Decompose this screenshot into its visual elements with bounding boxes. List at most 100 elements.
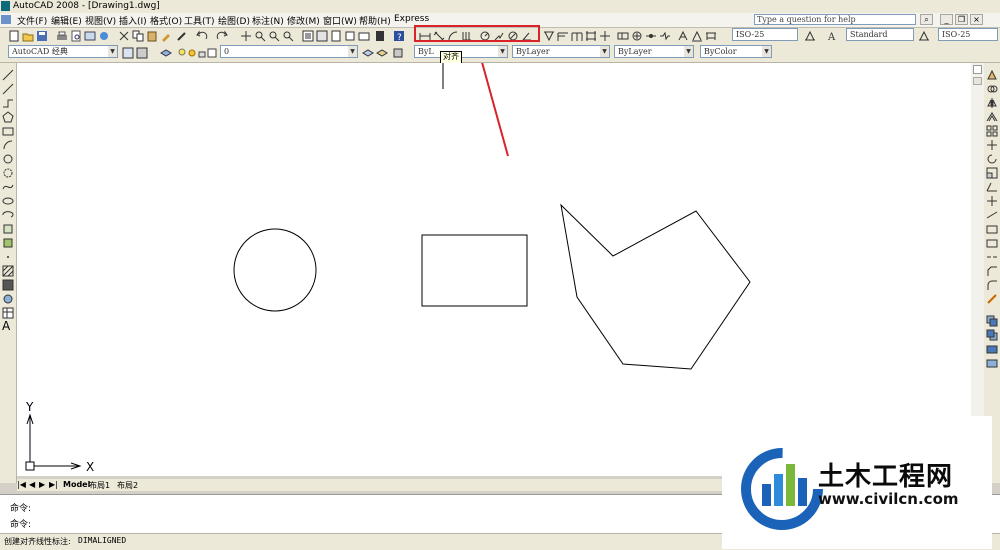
menu-view[interactable]: 视图(V) bbox=[84, 14, 117, 27]
tab-nav-prev-icon[interactable]: ◀ bbox=[29, 480, 35, 489]
zoom-window-icon[interactable] bbox=[268, 30, 280, 42]
multiline-text-icon[interactable]: A bbox=[2, 319, 14, 333]
array-icon[interactable] bbox=[986, 125, 998, 137]
dim-text-edit-icon[interactable] bbox=[691, 30, 703, 42]
menu-draw[interactable]: 绘图(D) bbox=[217, 14, 251, 27]
join-icon[interactable] bbox=[986, 251, 998, 263]
draw-order-front-icon[interactable] bbox=[986, 315, 998, 327]
drawing-canvas[interactable]: Y X bbox=[17, 63, 971, 476]
line-icon[interactable] bbox=[2, 69, 14, 81]
construction-line-icon[interactable] bbox=[2, 83, 14, 95]
document-icon[interactable] bbox=[1, 15, 11, 24]
menu-dimension[interactable]: 标注(N) bbox=[251, 14, 285, 27]
close-icon[interactable]: × bbox=[970, 14, 983, 25]
rotate-icon[interactable] bbox=[986, 153, 998, 165]
dim-break-icon[interactable] bbox=[599, 30, 611, 42]
insert-block-icon[interactable] bbox=[2, 223, 14, 235]
break-at-point-icon[interactable] bbox=[986, 223, 998, 235]
zoom-realtime-icon[interactable] bbox=[254, 30, 266, 42]
erase-icon[interactable] bbox=[986, 69, 998, 81]
dim-baseline-icon[interactable] bbox=[557, 30, 569, 42]
copy-icon[interactable] bbox=[132, 30, 144, 42]
linetype-dropdown-icon[interactable]: ▼ bbox=[600, 46, 609, 57]
dim-style-icon[interactable] bbox=[804, 30, 816, 42]
tab-nav-last-icon[interactable]: ▶| bbox=[49, 480, 58, 489]
arc-icon[interactable] bbox=[2, 139, 14, 151]
tab-layout1[interactable]: 布局1 bbox=[89, 480, 110, 491]
drawn-rectangle[interactable] bbox=[421, 234, 528, 307]
text-style-icon[interactable]: A bbox=[826, 30, 838, 42]
scroll-up-icon[interactable] bbox=[973, 65, 982, 74]
copy-object-icon[interactable] bbox=[986, 83, 998, 95]
break-icon[interactable] bbox=[986, 237, 998, 249]
offset-icon[interactable] bbox=[986, 111, 998, 123]
tab-nav-first-icon[interactable]: |◀ bbox=[17, 480, 26, 489]
menu-format[interactable]: 格式(O) bbox=[149, 14, 183, 27]
draw-order-under-icon[interactable] bbox=[986, 357, 998, 369]
minimize-icon[interactable]: _ bbox=[940, 14, 953, 25]
drawn-polygon[interactable] bbox=[560, 203, 751, 370]
menu-file[interactable]: 文件(F) bbox=[16, 14, 48, 27]
print-icon[interactable] bbox=[56, 30, 68, 42]
paste-icon[interactable] bbox=[146, 30, 158, 42]
my-workspace-icon[interactable] bbox=[136, 47, 148, 59]
workspace-dropdown-icon[interactable]: ▼ bbox=[108, 46, 117, 57]
save-icon[interactable] bbox=[36, 30, 48, 42]
undo-icon[interactable] bbox=[196, 30, 208, 42]
markup-icon[interactable] bbox=[358, 30, 370, 42]
tab-model[interactable]: Model bbox=[63, 480, 90, 489]
trim-icon[interactable] bbox=[986, 195, 998, 207]
hatch-icon[interactable] bbox=[2, 265, 14, 277]
menu-insert[interactable]: 插入(I) bbox=[118, 14, 148, 27]
zoom-previous-icon[interactable] bbox=[282, 30, 294, 42]
new-icon[interactable] bbox=[8, 30, 20, 42]
tab-nav-next-icon[interactable]: ▶ bbox=[39, 480, 45, 489]
block-editor-icon[interactable] bbox=[176, 30, 188, 42]
help-search-icon[interactable]: ⌕ bbox=[920, 14, 933, 25]
draw-order-back-icon[interactable] bbox=[986, 329, 998, 341]
restore-icon[interactable]: ❐ bbox=[955, 14, 968, 25]
menu-window[interactable]: 窗口(W) bbox=[322, 14, 358, 27]
help-icon[interactable]: ? bbox=[393, 30, 405, 42]
text-style-select[interactable]: Standard bbox=[846, 28, 914, 41]
calculator-icon[interactable] bbox=[374, 30, 386, 42]
sheet-set-icon[interactable] bbox=[344, 30, 356, 42]
draw-order-above-icon[interactable] bbox=[986, 343, 998, 355]
lineweight-control-select[interactable]: ByLayer ▼ bbox=[614, 45, 694, 58]
ellipse-arc-icon[interactable] bbox=[2, 209, 14, 221]
chamfer-icon[interactable] bbox=[986, 265, 998, 277]
revision-cloud-icon[interactable] bbox=[2, 167, 14, 179]
dim-style-select[interactable]: ISO-25 bbox=[732, 28, 798, 41]
match-properties-icon[interactable] bbox=[160, 30, 172, 42]
menu-modify[interactable]: 修改(M) bbox=[286, 14, 321, 27]
move-icon[interactable] bbox=[986, 139, 998, 151]
table-icon[interactable] bbox=[2, 307, 14, 319]
drawn-circle[interactable] bbox=[233, 228, 317, 312]
layer-previous-icon[interactable] bbox=[376, 47, 388, 59]
color-dropdown-icon[interactable]: ▼ bbox=[498, 46, 507, 57]
center-mark-icon[interactable] bbox=[631, 30, 643, 42]
jogged-linear-icon[interactable] bbox=[659, 30, 671, 42]
redo-icon[interactable] bbox=[216, 30, 228, 42]
layer-select[interactable]: 0 ▼ bbox=[220, 45, 358, 58]
tool-palettes-icon[interactable] bbox=[330, 30, 342, 42]
layer-dropdown-icon[interactable]: ▼ bbox=[348, 46, 357, 57]
cut-icon[interactable] bbox=[118, 30, 130, 42]
lineweight-dropdown-icon[interactable]: ▼ bbox=[684, 46, 693, 57]
scroll-thumb[interactable] bbox=[973, 77, 982, 85]
inspection-icon[interactable] bbox=[645, 30, 657, 42]
open-icon[interactable] bbox=[22, 30, 34, 42]
make-current-layer-icon[interactable] bbox=[362, 47, 374, 59]
menu-edit[interactable]: 编辑(E) bbox=[50, 14, 83, 27]
plotstyle-dropdown-icon[interactable]: ▼ bbox=[762, 46, 771, 57]
dim-space-icon[interactable] bbox=[585, 30, 597, 42]
make-block-icon[interactable] bbox=[2, 237, 14, 249]
extend-icon[interactable] bbox=[986, 209, 998, 221]
vertical-scrollbar[interactable] bbox=[971, 63, 984, 476]
layer-properties-icon[interactable] bbox=[160, 47, 172, 59]
menu-help[interactable]: 帮助(H) bbox=[358, 14, 392, 27]
point-icon[interactable] bbox=[2, 251, 14, 263]
circle-icon[interactable] bbox=[2, 153, 14, 165]
polygon-icon[interactable] bbox=[2, 111, 14, 123]
explode-icon[interactable] bbox=[986, 293, 998, 305]
